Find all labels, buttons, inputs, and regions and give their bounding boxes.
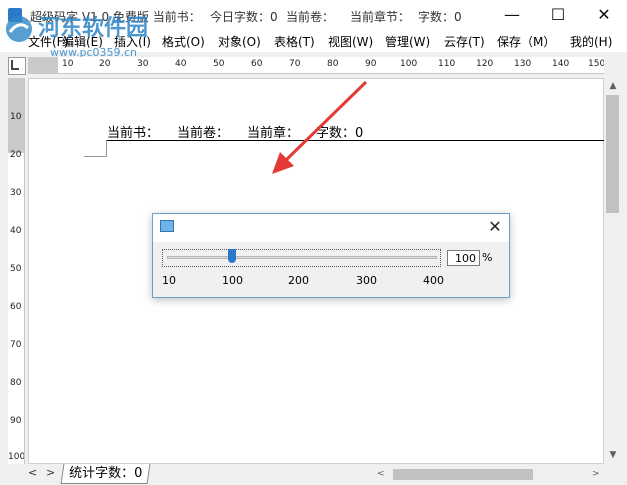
current-chapter: 当前章节： xyxy=(350,10,411,24)
menu-save[interactable]: 保存（M） xyxy=(497,33,555,50)
hruler-label: 140 xyxy=(552,59,570,69)
zoom-slider-track[interactable] xyxy=(167,256,437,259)
stats-tab-label: 统计字数：0 xyxy=(69,466,143,481)
dialog-close-button[interactable]: ✕ xyxy=(486,218,504,236)
scroll-down-icon[interactable]: ▼ xyxy=(604,447,622,463)
hruler-label: 50 xyxy=(213,59,225,69)
hruler-label: 40 xyxy=(175,59,187,69)
vruler-label: 50 xyxy=(10,264,22,274)
current-volume: 当前卷： xyxy=(286,10,335,24)
hruler-label: 20 xyxy=(99,59,111,69)
hruler-label: 60 xyxy=(251,59,263,69)
hruler-label: 90 xyxy=(365,59,377,69)
stats-tab[interactable]: 统计字数：0 xyxy=(60,464,151,484)
horizontal-scroll-thumb[interactable] xyxy=(393,469,533,480)
vruler-label: 60 xyxy=(10,302,22,312)
vruler-label: 80 xyxy=(10,378,22,388)
margin-corner-mark xyxy=(84,156,106,157)
zoom-scale-label: 10 xyxy=(162,274,176,287)
menu-cloud[interactable]: 云存(T) xyxy=(444,33,485,50)
vruler-label: 30 xyxy=(10,188,22,198)
header-book: 当前书： xyxy=(107,126,160,141)
hruler-label: 120 xyxy=(476,59,494,69)
today-word-count: 今日字数：0 xyxy=(210,10,278,24)
hruler-label: 70 xyxy=(289,59,301,69)
menu-mine[interactable]: 我的(H) xyxy=(570,33,612,50)
vruler-label: 100 xyxy=(8,452,25,462)
hruler-label: 30 xyxy=(137,59,149,69)
scroll-right-icon[interactable]: > xyxy=(592,467,600,482)
minimize-button[interactable]: — xyxy=(489,0,535,30)
horizontal-ruler[interactable]: 10 20 30 40 50 60 70 80 90 100 110 120 1… xyxy=(28,57,604,74)
menu-manage[interactable]: 管理(W) xyxy=(385,33,430,50)
zoom-slider-thumb[interactable] xyxy=(228,249,236,263)
sheet-next-button[interactable]: > xyxy=(46,466,55,479)
menu-format[interactable]: 格式(O) xyxy=(162,33,205,50)
hruler-label: 10 xyxy=(62,59,74,69)
dialog-title-bar[interactable] xyxy=(153,214,509,242)
hruler-label: 130 xyxy=(514,59,532,69)
zoom-scale-label: 400 xyxy=(423,274,444,287)
watermark-logo-icon xyxy=(6,16,32,42)
menu-view[interactable]: 视图(W) xyxy=(328,33,373,50)
scroll-up-icon[interactable]: ▲ xyxy=(604,78,622,94)
zoom-value-input[interactable] xyxy=(447,250,480,266)
sheet-prev-button[interactable]: < xyxy=(28,466,37,479)
vruler-label: 20 xyxy=(10,150,22,160)
vertical-scroll-thumb[interactable] xyxy=(606,95,619,213)
hruler-label: 80 xyxy=(327,59,339,69)
vruler-label: 10 xyxy=(10,112,22,122)
zoom-scale-label: 100 xyxy=(222,274,243,287)
tab-stop-icon xyxy=(11,60,19,70)
watermark-text: 河东软件园 xyxy=(38,16,149,41)
vruler-label: 90 xyxy=(10,416,22,426)
vruler-label: 70 xyxy=(10,340,22,350)
maximize-button[interactable]: ☐ xyxy=(535,0,581,30)
margin-corner-mark xyxy=(106,140,107,157)
vertical-ruler[interactable]: 10 20 30 40 50 60 70 80 90 100 xyxy=(8,78,25,464)
close-button[interactable]: ✕ xyxy=(581,0,627,30)
menu-object[interactable]: 对象(O) xyxy=(218,33,261,50)
zoom-scale-label: 300 xyxy=(356,274,377,287)
hruler-label: 100 xyxy=(400,59,418,69)
zoom-unit-label: % xyxy=(482,251,493,264)
word-count: 字数：0 xyxy=(418,10,462,24)
scroll-left-icon[interactable]: < xyxy=(377,467,385,482)
zoom-scale-label: 200 xyxy=(288,274,309,287)
annotation-arrow-icon xyxy=(272,80,368,174)
menu-table[interactable]: 表格(T) xyxy=(274,33,315,50)
header-volume: 当前卷： xyxy=(177,126,230,141)
ruler-margin xyxy=(28,57,58,73)
hruler-label: 150 xyxy=(588,59,604,69)
hruler-label: 110 xyxy=(438,59,456,69)
monitor-icon xyxy=(160,220,174,232)
vruler-label: 40 xyxy=(10,226,22,236)
